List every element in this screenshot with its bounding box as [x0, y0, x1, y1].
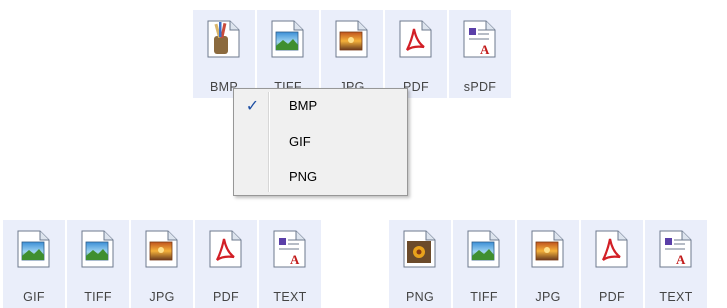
menu-item-label: BMP: [289, 98, 318, 113]
format-label: TIFF: [84, 290, 112, 304]
jpg-image-icon: [531, 230, 564, 268]
format-text-button[interactable]: A TEXT: [645, 220, 707, 308]
text-document-icon: A: [659, 230, 692, 268]
text-document-icon: A: [273, 230, 306, 268]
menu-item-png[interactable]: PNG: [236, 164, 405, 190]
format-pdf-button[interactable]: PDF: [385, 10, 447, 98]
bitmap-paint-icon: [207, 20, 240, 58]
file-format-bar-bottom-left: GIF TIFF JPG PDF A TEXT: [3, 220, 321, 308]
format-tiff-button[interactable]: TIFF: [67, 220, 129, 308]
format-bmp-button[interactable]: BMP: [193, 10, 255, 98]
svg-text:A: A: [480, 42, 490, 57]
format-jpg-button[interactable]: JPG: [517, 220, 579, 308]
menu-item-label: GIF: [289, 134, 311, 149]
pdf-icon: [209, 230, 242, 268]
format-tiff-button[interactable]: TIFF: [453, 220, 515, 308]
format-label: TIFF: [470, 290, 498, 304]
pdf-icon: [399, 20, 432, 58]
checkmark-icon: ✓: [245, 98, 260, 115]
pdf-icon: [595, 230, 628, 268]
menu-item-gif[interactable]: GIF: [236, 129, 405, 155]
jpg-image-icon: [145, 230, 178, 268]
format-label: PDF: [213, 290, 239, 304]
format-tiff-button[interactable]: TIFF: [257, 10, 319, 98]
format-png-button[interactable]: PNG: [389, 220, 451, 308]
format-spdf-button[interactable]: AsPDF: [449, 10, 511, 98]
tiff-image-icon: [271, 20, 304, 58]
format-context-menu: ✓ BMP GIF PNG: [233, 88, 408, 196]
format-pdf-button[interactable]: PDF: [195, 220, 257, 308]
searchable-pdf-icon: A: [463, 20, 496, 58]
gif-image-icon: [17, 230, 50, 268]
menu-item-label: PNG: [289, 169, 318, 184]
format-label: PNG: [406, 290, 434, 304]
png-image-icon: [403, 230, 436, 268]
file-format-bar-top: BMP TIFF JPG PDF AsPDF: [193, 10, 511, 98]
format-label: TEXT: [659, 290, 693, 304]
tiff-image-icon: [81, 230, 114, 268]
format-gif-button[interactable]: GIF: [3, 220, 65, 308]
format-label: sPDF: [463, 80, 497, 94]
menu-item-bmp[interactable]: ✓ BMP: [236, 93, 405, 119]
tiff-image-icon: [467, 230, 500, 268]
format-text-button[interactable]: A TEXT: [259, 220, 321, 308]
format-label: JPG: [535, 290, 561, 304]
svg-text:A: A: [290, 252, 300, 267]
format-jpg-button[interactable]: JPG: [131, 220, 193, 308]
svg-text:A: A: [676, 252, 686, 267]
file-format-bar-bottom-right: PNG TIFF JPG PDF A TEXT: [389, 220, 707, 308]
format-label: GIF: [23, 290, 45, 304]
format-pdf-button[interactable]: PDF: [581, 220, 643, 308]
format-jpg-button[interactable]: JPG: [321, 10, 383, 98]
format-label: PDF: [599, 290, 625, 304]
format-label: JPG: [149, 290, 175, 304]
format-label: TEXT: [273, 290, 307, 304]
jpg-image-icon: [335, 20, 368, 58]
